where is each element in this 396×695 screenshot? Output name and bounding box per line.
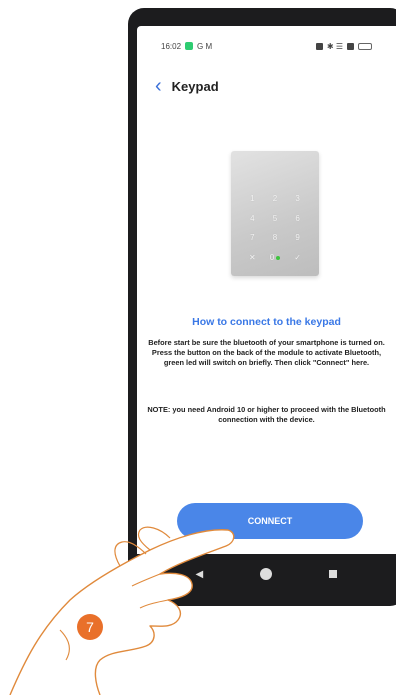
keypad-key: 8 [272,233,278,243]
instruction-press-button: Press the button on the back of the modu… [151,348,382,367]
keypad-key: 9 [295,233,300,243]
instructions: Before start be sure the bluetooth of yo… [143,338,390,368]
status-left: 16:02 G M [161,42,212,51]
nav-recents-icon[interactable] [329,570,338,578]
keypad-key: 4 [250,213,255,223]
header: ‹ Keypad [155,76,219,96]
android-note: NOTE: you need Android 10 or higher to p… [147,405,386,424]
keypad-grid: 1 2 3 4 5 6 7 8 9 ✕ 0 ✓ [241,189,309,267]
keypad-key: ✕ [248,252,256,262]
status-system-icons: ✱ ☰ [326,41,343,51]
battery-icon [358,42,372,50]
nfc-icon [315,42,323,50]
keypad-key: 5 [272,213,278,223]
keypad-key: ✓ [294,252,301,262]
keypad-key: 6 [295,213,300,223]
keypad-key: 3 [295,194,300,204]
status-app-icons: G M [197,41,213,51]
status-time: 16:02 [161,41,182,51]
green-led-icon [276,255,281,260]
notification-icon [185,42,194,50]
how-to-connect-heading: How to connect to the keypad [192,316,341,328]
keypad-key: 2 [272,194,278,204]
keypad-key: 7 [250,233,255,243]
status-right: ✱ ☰ [315,41,372,51]
status-bar: 16:02 G M ✱ ☰ [137,26,396,66]
keypad-key-with-led: 0 [264,253,287,262]
page-title: Keypad [171,78,219,94]
back-arrow-icon[interactable]: ‹ [155,76,162,96]
nav-home-icon[interactable] [260,568,273,580]
step-number-badge: 7 [77,614,103,640]
keypad-key: 0 [269,252,275,262]
phone-screen: 16:02 G M ✱ ☰ ‹ Keypad 1 2 3 4 5 6 7 8 9… [137,26,396,554]
keypad-key: 1 [250,194,255,204]
pointing-hand-illustration [9,526,235,695]
keypad-image: 1 2 3 4 5 6 7 8 9 ✕ 0 ✓ [231,151,319,276]
signal-icon [347,42,354,50]
instruction-bluetooth: Before start be sure the bluetooth of yo… [148,338,385,347]
